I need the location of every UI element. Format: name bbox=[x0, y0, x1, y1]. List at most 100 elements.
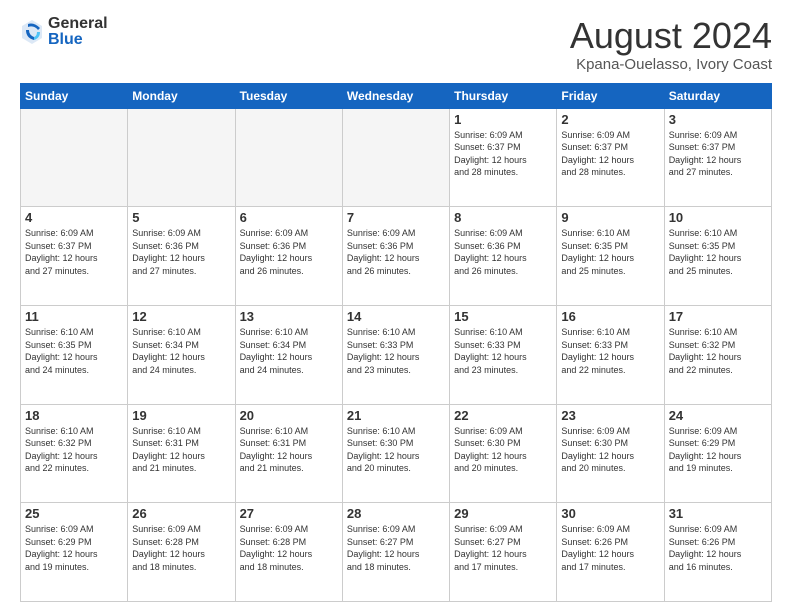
calendar-cell: 15Sunrise: 6:10 AM Sunset: 6:33 PM Dayli… bbox=[450, 305, 557, 404]
location-subtitle: Kpana-Ouelasso, Ivory Coast bbox=[570, 56, 772, 73]
day-number: 14 bbox=[347, 309, 445, 324]
day-number: 22 bbox=[454, 408, 552, 423]
day-number: 31 bbox=[669, 506, 767, 521]
day-info: Sunrise: 6:10 AM Sunset: 6:33 PM Dayligh… bbox=[347, 326, 445, 376]
calendar-cell: 28 Sunrise: 6:09 AM Sunset: 6:27 PM Dayli… bbox=[342, 503, 449, 602]
logo-icon bbox=[20, 18, 44, 46]
day-info: Sunrise: 6:09 AM Sunset: 6:37 PM Dayligh… bbox=[454, 129, 552, 179]
day-info: Sunrise: 6:10 AM Sunset: 6:31 PM Dayligh… bbox=[240, 425, 338, 475]
calendar-cell: 29Sunrise: 6:09 AM Sunset: 6:27 PM Dayli… bbox=[450, 503, 557, 602]
calendar-cell: 4 Sunrise: 6:09 AM Sunset: 6:37 PM Daylig… bbox=[21, 207, 128, 306]
day-number: 27 bbox=[240, 506, 338, 521]
day-number: 16 bbox=[561, 309, 659, 324]
day-info: Sunrise: 6:09 AM Sunset: 6:36 PM Dayligh… bbox=[240, 227, 338, 277]
calendar-cell: 2 Sunrise: 6:09 AM Sunset: 6:37 PM Daylig… bbox=[557, 108, 664, 207]
calendar-cell bbox=[128, 108, 235, 207]
col-wednesday: Wednesday bbox=[342, 83, 449, 108]
calendar-cell: 8 Sunrise: 6:09 AM Sunset: 6:36 PM Daylig… bbox=[450, 207, 557, 306]
header: General Blue August 2024 Kpana-Ouelasso,… bbox=[20, 16, 772, 73]
calendar-cell: 24Sunrise: 6:09 AM Sunset: 6:29 PM Dayli… bbox=[664, 404, 771, 503]
day-number: 6 bbox=[240, 210, 338, 225]
day-info: Sunrise: 6:09 AM Sunset: 6:36 PM Dayligh… bbox=[132, 227, 230, 277]
day-number: 12 bbox=[132, 309, 230, 324]
calendar-cell bbox=[235, 108, 342, 207]
calendar-cell bbox=[21, 108, 128, 207]
day-info: Sunrise: 6:09 AM Sunset: 6:29 PM Dayligh… bbox=[669, 425, 767, 475]
day-info: Sunrise: 6:09 AM Sunset: 6:29 PM Dayligh… bbox=[25, 523, 123, 573]
calendar-cell: 25 Sunrise: 6:09 AM Sunset: 6:29 PM Dayli… bbox=[21, 503, 128, 602]
calendar-cell: 21Sunrise: 6:10 AM Sunset: 6:30 PM Dayli… bbox=[342, 404, 449, 503]
day-number: 3 bbox=[669, 112, 767, 127]
calendar-cell: 13 Sunrise: 6:10 AM Sunset: 6:34 PM Dayli… bbox=[235, 305, 342, 404]
calendar-cell: 3Sunrise: 6:09 AM Sunset: 6:37 PM Daylig… bbox=[664, 108, 771, 207]
day-info: Sunrise: 6:09 AM Sunset: 6:26 PM Dayligh… bbox=[669, 523, 767, 573]
logo: General Blue bbox=[20, 16, 108, 48]
calendar-cell: 11 Sunrise: 6:10 AM Sunset: 6:35 PM Dayli… bbox=[21, 305, 128, 404]
day-info: Sunrise: 6:09 AM Sunset: 6:28 PM Dayligh… bbox=[240, 523, 338, 573]
day-number: 19 bbox=[132, 408, 230, 423]
day-number: 28 bbox=[347, 506, 445, 521]
calendar-cell: 23 Sunrise: 6:09 AM Sunset: 6:30 PM Dayli… bbox=[557, 404, 664, 503]
day-info: Sunrise: 6:09 AM Sunset: 6:30 PM Dayligh… bbox=[561, 425, 659, 475]
day-number: 2 bbox=[561, 112, 659, 127]
calendar-cell: 12 Sunrise: 6:10 AM Sunset: 6:34 PM Dayli… bbox=[128, 305, 235, 404]
calendar-cell: 22 Sunrise: 6:09 AM Sunset: 6:30 PM Dayli… bbox=[450, 404, 557, 503]
calendar-cell: 26 Sunrise: 6:09 AM Sunset: 6:28 PM Dayli… bbox=[128, 503, 235, 602]
calendar-cell: 18 Sunrise: 6:10 AM Sunset: 6:32 PM Dayli… bbox=[21, 404, 128, 503]
day-info: Sunrise: 6:09 AM Sunset: 6:37 PM Dayligh… bbox=[561, 129, 659, 179]
day-number: 10 bbox=[669, 210, 767, 225]
calendar-cell: 27 Sunrise: 6:09 AM Sunset: 6:28 PM Dayli… bbox=[235, 503, 342, 602]
day-info: Sunrise: 6:09 AM Sunset: 6:27 PM Dayligh… bbox=[347, 523, 445, 573]
day-info: Sunrise: 6:10 AM Sunset: 6:34 PM Dayligh… bbox=[132, 326, 230, 376]
day-info: Sunrise: 6:10 AM Sunset: 6:32 PM Dayligh… bbox=[669, 326, 767, 376]
day-number: 25 bbox=[25, 506, 123, 521]
day-info: Sunrise: 6:10 AM Sunset: 6:35 PM Dayligh… bbox=[669, 227, 767, 277]
day-info: Sunrise: 6:10 AM Sunset: 6:33 PM Dayligh… bbox=[454, 326, 552, 376]
calendar-cell: 20Sunrise: 6:10 AM Sunset: 6:31 PM Dayli… bbox=[235, 404, 342, 503]
calendar-cell bbox=[342, 108, 449, 207]
day-number: 23 bbox=[561, 408, 659, 423]
day-number: 11 bbox=[25, 309, 123, 324]
day-info: Sunrise: 6:09 AM Sunset: 6:28 PM Dayligh… bbox=[132, 523, 230, 573]
day-number: 4 bbox=[25, 210, 123, 225]
day-number: 7 bbox=[347, 210, 445, 225]
day-number: 30 bbox=[561, 506, 659, 521]
day-info: Sunrise: 6:10 AM Sunset: 6:35 PM Dayligh… bbox=[25, 326, 123, 376]
logo-general-text: General bbox=[48, 16, 108, 32]
calendar-cell: 14 Sunrise: 6:10 AM Sunset: 6:33 PM Dayli… bbox=[342, 305, 449, 404]
day-info: Sunrise: 6:10 AM Sunset: 6:34 PM Dayligh… bbox=[240, 326, 338, 376]
day-number: 26 bbox=[132, 506, 230, 521]
calendar-cell: 17Sunrise: 6:10 AM Sunset: 6:32 PM Dayli… bbox=[664, 305, 771, 404]
day-info: Sunrise: 6:09 AM Sunset: 6:30 PM Dayligh… bbox=[454, 425, 552, 475]
col-sunday: Sunday bbox=[21, 83, 128, 108]
calendar-week-4: 18 Sunrise: 6:10 AM Sunset: 6:32 PM Dayli… bbox=[21, 404, 772, 503]
day-info: Sunrise: 6:09 AM Sunset: 6:36 PM Dayligh… bbox=[454, 227, 552, 277]
col-saturday: Saturday bbox=[664, 83, 771, 108]
calendar-cell: 5 Sunrise: 6:09 AM Sunset: 6:36 PM Daylig… bbox=[128, 207, 235, 306]
day-info: Sunrise: 6:10 AM Sunset: 6:33 PM Dayligh… bbox=[561, 326, 659, 376]
logo-text: General Blue bbox=[48, 16, 108, 48]
day-number: 18 bbox=[25, 408, 123, 423]
calendar-header-row: Sunday Monday Tuesday Wednesday Thursday… bbox=[21, 83, 772, 108]
calendar-week-2: 4 Sunrise: 6:09 AM Sunset: 6:37 PM Daylig… bbox=[21, 207, 772, 306]
day-info: Sunrise: 6:10 AM Sunset: 6:30 PM Dayligh… bbox=[347, 425, 445, 475]
calendar-cell: 19 Sunrise: 6:10 AM Sunset: 6:31 PM Dayli… bbox=[128, 404, 235, 503]
day-info: Sunrise: 6:09 AM Sunset: 6:27 PM Dayligh… bbox=[454, 523, 552, 573]
calendar-cell: 10 Sunrise: 6:10 AM Sunset: 6:35 PM Dayli… bbox=[664, 207, 771, 306]
day-number: 1 bbox=[454, 112, 552, 127]
day-number: 8 bbox=[454, 210, 552, 225]
calendar-cell: 9 Sunrise: 6:10 AM Sunset: 6:35 PM Daylig… bbox=[557, 207, 664, 306]
day-number: 9 bbox=[561, 210, 659, 225]
day-info: Sunrise: 6:10 AM Sunset: 6:35 PM Dayligh… bbox=[561, 227, 659, 277]
day-info: Sunrise: 6:09 AM Sunset: 6:26 PM Dayligh… bbox=[561, 523, 659, 573]
calendar-cell: 30 Sunrise: 6:09 AM Sunset: 6:26 PM Dayli… bbox=[557, 503, 664, 602]
title-area: August 2024 Kpana-Ouelasso, Ivory Coast bbox=[570, 16, 772, 73]
logo-blue-text: Blue bbox=[48, 32, 108, 48]
day-info: Sunrise: 6:10 AM Sunset: 6:31 PM Dayligh… bbox=[132, 425, 230, 475]
day-info: Sunrise: 6:10 AM Sunset: 6:32 PM Dayligh… bbox=[25, 425, 123, 475]
day-number: 5 bbox=[132, 210, 230, 225]
day-info: Sunrise: 6:09 AM Sunset: 6:37 PM Dayligh… bbox=[25, 227, 123, 277]
day-number: 13 bbox=[240, 309, 338, 324]
col-monday: Monday bbox=[128, 83, 235, 108]
page: General Blue August 2024 Kpana-Ouelasso,… bbox=[0, 0, 792, 612]
